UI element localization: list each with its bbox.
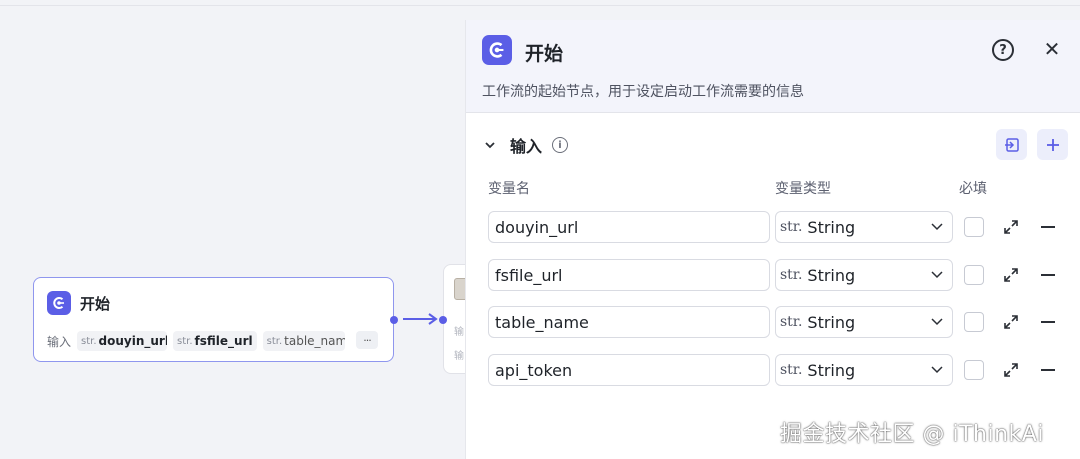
chip-name: table_name bbox=[284, 334, 345, 348]
start-node-card[interactable]: 开始 输入 str. douyin_url str. fsfile_url str.… bbox=[33, 277, 394, 362]
chip-name: douyin_url bbox=[98, 334, 168, 348]
required-checkbox[interactable] bbox=[964, 312, 984, 332]
next-node-text: 输 bbox=[454, 327, 464, 338]
string-type-icon: str. bbox=[780, 219, 803, 235]
variable-name-input[interactable]: table_name bbox=[488, 306, 770, 338]
more-inputs-button[interactable]: ··· bbox=[356, 331, 378, 349]
start-node-inputs: 输入 str. douyin_url str. fsfile_url str. tab… bbox=[47, 331, 345, 351]
string-type-icon: str. bbox=[780, 267, 803, 283]
type-value: String bbox=[807, 360, 856, 380]
plus-icon bbox=[1046, 138, 1059, 151]
variable-row: fsfile_url str. String bbox=[488, 259, 1078, 291]
remove-variable-button[interactable] bbox=[1041, 226, 1055, 228]
string-type-icon: str. bbox=[780, 362, 803, 378]
import-icon bbox=[1004, 137, 1019, 152]
variable-name-input[interactable]: douyin_url bbox=[488, 211, 770, 243]
panel-title: 开始 bbox=[525, 43, 564, 65]
column-header-name: 变量名 bbox=[488, 181, 530, 197]
variable-name-input[interactable]: fsfile_url bbox=[488, 259, 770, 291]
variable-type-select[interactable]: str. String bbox=[775, 354, 953, 386]
start-node-title: 开始 bbox=[80, 295, 111, 313]
variable-row: api_token str. String bbox=[488, 354, 1078, 386]
output-port[interactable] bbox=[390, 316, 398, 324]
chevron-down-icon bbox=[931, 318, 943, 326]
top-divider bbox=[0, 5, 1080, 6]
watermark: 掘金技术社区 @ iThinkAi bbox=[780, 422, 1044, 447]
inputs-label: 输入 bbox=[47, 334, 72, 349]
import-button[interactable] bbox=[996, 129, 1027, 160]
connection-arrow-icon bbox=[403, 313, 438, 325]
expand-icon[interactable] bbox=[1002, 266, 1020, 284]
remove-variable-button[interactable] bbox=[1041, 369, 1055, 371]
expand-icon[interactable] bbox=[1002, 361, 1020, 379]
required-checkbox[interactable] bbox=[964, 360, 984, 380]
chevron-down-icon bbox=[931, 271, 943, 279]
required-checkbox[interactable] bbox=[964, 217, 984, 237]
info-icon[interactable]: i bbox=[552, 137, 569, 153]
input-chip: str. fsfile_url bbox=[173, 331, 257, 351]
variable-type-select[interactable]: str. String bbox=[775, 306, 953, 338]
required-checkbox[interactable] bbox=[964, 265, 984, 285]
type-value: String bbox=[807, 265, 856, 285]
panel-description: 工作流的起始节点，用于设定启动工作流需要的信息 bbox=[482, 84, 804, 100]
input-chip: str.table_name bbox=[262, 331, 345, 351]
column-header-required: 必填 bbox=[959, 181, 987, 197]
variable-type-select[interactable]: str. String bbox=[775, 259, 953, 291]
panel-header: 开始 ? ✕ 工作流的起始节点，用于设定启动工作流需要的信息 bbox=[466, 20, 1080, 113]
variable-name-input[interactable]: api_token bbox=[488, 354, 770, 386]
column-header-type: 变量类型 bbox=[775, 181, 831, 197]
variable-row: douyin_url str. String bbox=[488, 211, 1078, 243]
type-tag: str. bbox=[266, 335, 283, 347]
section-title: 输入 bbox=[510, 137, 543, 156]
variable-row: table_name str. String bbox=[488, 306, 1078, 338]
help-icon[interactable]: ? bbox=[992, 39, 1014, 61]
close-icon[interactable]: ✕ bbox=[1041, 37, 1063, 61]
node-config-panel: 开始 ? ✕ 工作流的起始节点，用于设定启动工作流需要的信息 输入 i 变量名 … bbox=[465, 20, 1080, 459]
input-chip: str. douyin_url bbox=[77, 331, 168, 351]
chip-name: fsfile_url bbox=[194, 334, 253, 348]
chevron-down-icon bbox=[931, 223, 943, 231]
type-tag: str. bbox=[81, 335, 97, 347]
type-tag: str. bbox=[177, 335, 193, 347]
input-section-header[interactable]: 输入 i bbox=[484, 133, 569, 157]
variable-type-select[interactable]: str. String bbox=[775, 211, 953, 243]
remove-variable-button[interactable] bbox=[1041, 321, 1055, 323]
next-node-text: 输 bbox=[454, 351, 464, 362]
chevron-down-icon[interactable] bbox=[484, 139, 496, 151]
chevron-down-icon bbox=[931, 366, 943, 374]
add-variable-button[interactable] bbox=[1037, 129, 1068, 160]
start-node-icon bbox=[47, 291, 71, 315]
expand-icon[interactable] bbox=[1002, 313, 1020, 331]
type-value: String bbox=[807, 217, 856, 237]
type-value: String bbox=[807, 312, 856, 332]
expand-icon[interactable] bbox=[1002, 218, 1020, 236]
input-port[interactable] bbox=[439, 316, 447, 324]
string-type-icon: str. bbox=[780, 314, 803, 330]
remove-variable-button[interactable] bbox=[1041, 274, 1055, 276]
start-icon bbox=[482, 35, 512, 65]
